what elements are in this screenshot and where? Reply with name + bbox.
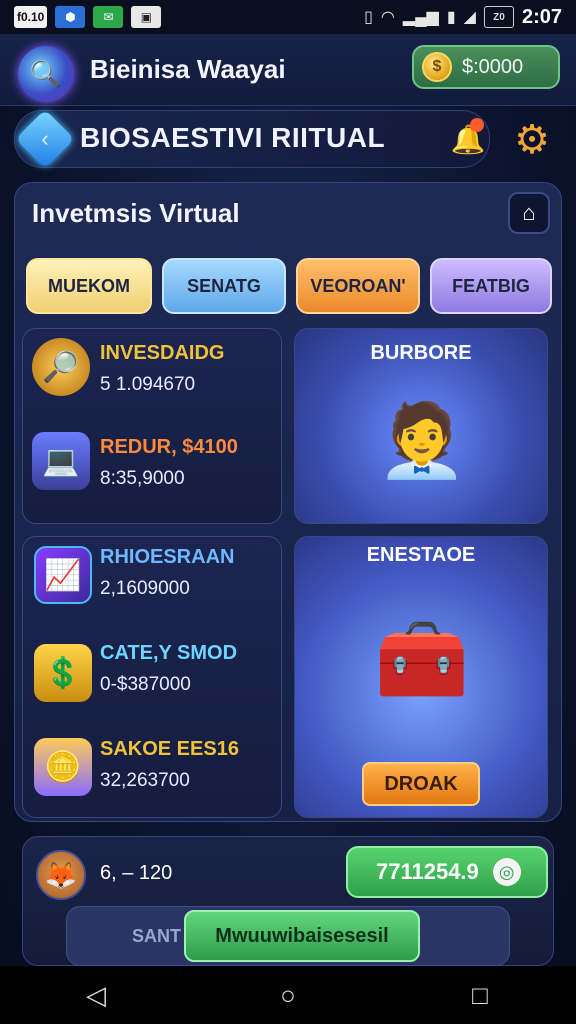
signal-icon: ▂▄▆ [402, 9, 439, 26]
reward-button[interactable]: 7711254.9 ◎ [346, 846, 548, 898]
tab-2[interactable]: SENATG [162, 258, 286, 314]
status-right: ▯ ◠ ▂▄▆ ▮ ◢ Z0 2:07 [364, 6, 562, 29]
status-left: f0.10 ⬢ ✉ ▣ [14, 6, 162, 28]
panel-title: Invetmsis Virtual [32, 198, 240, 228]
balance-pill[interactable]: $ $:0000 [412, 45, 560, 89]
settings-gear-icon[interactable]: ⚙ [508, 116, 556, 164]
back-arrow-icon[interactable]: ‹ [32, 126, 58, 152]
card-heading: ENESTAOE [366, 544, 476, 566]
home-button-icon[interactable]: ⌂ [508, 192, 550, 234]
balance-value: $:0000 [462, 55, 524, 78]
app-notification-icon: ⬢ [55, 6, 86, 28]
card-heading: BURBORE [370, 342, 472, 364]
row-value: 5 1.094670 [100, 374, 196, 395]
row-label: INVESDAIDG [100, 342, 225, 364]
image-notification-icon: ▣ [131, 6, 162, 28]
row-value: 0-$387000 [100, 674, 191, 695]
row-label: SAKOE EES16 [100, 738, 239, 760]
coin-icon: $ [422, 52, 452, 82]
message-notification-icon: ✉ [93, 6, 124, 28]
tab-3[interactable]: VEOROAN' [296, 258, 420, 314]
businessman-clipboard-icon: 🧑‍💼 [377, 400, 467, 481]
avatar[interactable]: 🦊 [36, 850, 86, 900]
tab-4[interactable]: FEATBIG [430, 258, 552, 314]
banner-title: BIOSAESTIVI RIITUAL [80, 122, 386, 153]
row-value: 8:35,9000 [100, 468, 185, 489]
system-nav-bar: ◁ ○ □ [0, 966, 576, 1024]
wifi-icon: ◠ [380, 9, 395, 26]
coin-box-icon: 💲 [34, 644, 92, 702]
submit-button[interactable]: Mwuuwibaisesesil [184, 910, 420, 962]
magnifier-coin-icon: 🔎 [32, 338, 90, 396]
row-value: 2,1609000 [100, 578, 190, 599]
reward-value: 7711254.9 [376, 859, 479, 884]
app-title: Bieinisa Waayai [90, 54, 286, 84]
target-icon: ◎ [492, 858, 521, 886]
battery-badge: Z0 [483, 6, 514, 28]
laptop-stack-icon: 💻 [32, 432, 90, 490]
row-label: CATE,Y SMOD [100, 642, 238, 664]
secondary-label[interactable]: SANT [132, 926, 181, 947]
clock: 2:07 [521, 5, 562, 28]
battery-icon: ▮ [446, 9, 456, 26]
status-badge: f0.10 [14, 6, 48, 28]
row-value: 32,263700 [100, 770, 190, 791]
status-bar: f0.10 ⬢ ✉ ▣ ▯ ◠ ▂▄▆ ▮ ◢ Z0 2:07 [0, 0, 576, 34]
row-label: RHIOESRAAN [100, 546, 235, 568]
signal-2-icon: ◢ [463, 9, 476, 26]
vibrate-icon: ▯ [364, 9, 373, 26]
recents-icon[interactable]: □ [450, 975, 510, 1015]
app-logo-icon[interactable]: 🔍 [18, 46, 74, 102]
notification-dot [470, 118, 484, 132]
home-circle-icon[interactable]: ○ [258, 975, 318, 1015]
tab-1[interactable]: MUEKOM [26, 258, 152, 314]
card-action-button[interactable]: DROAK [362, 762, 480, 806]
safe-coins-icon: 🧰 [374, 617, 470, 702]
stacked-coins-icon: 🪙 [34, 738, 92, 796]
row-label: REDUR, $4100 [100, 436, 238, 458]
back-icon[interactable]: ◁ [66, 975, 126, 1015]
footer-stat: 6, – 120 [100, 862, 173, 884]
chart-hexagon-icon: 📈 [34, 546, 92, 604]
